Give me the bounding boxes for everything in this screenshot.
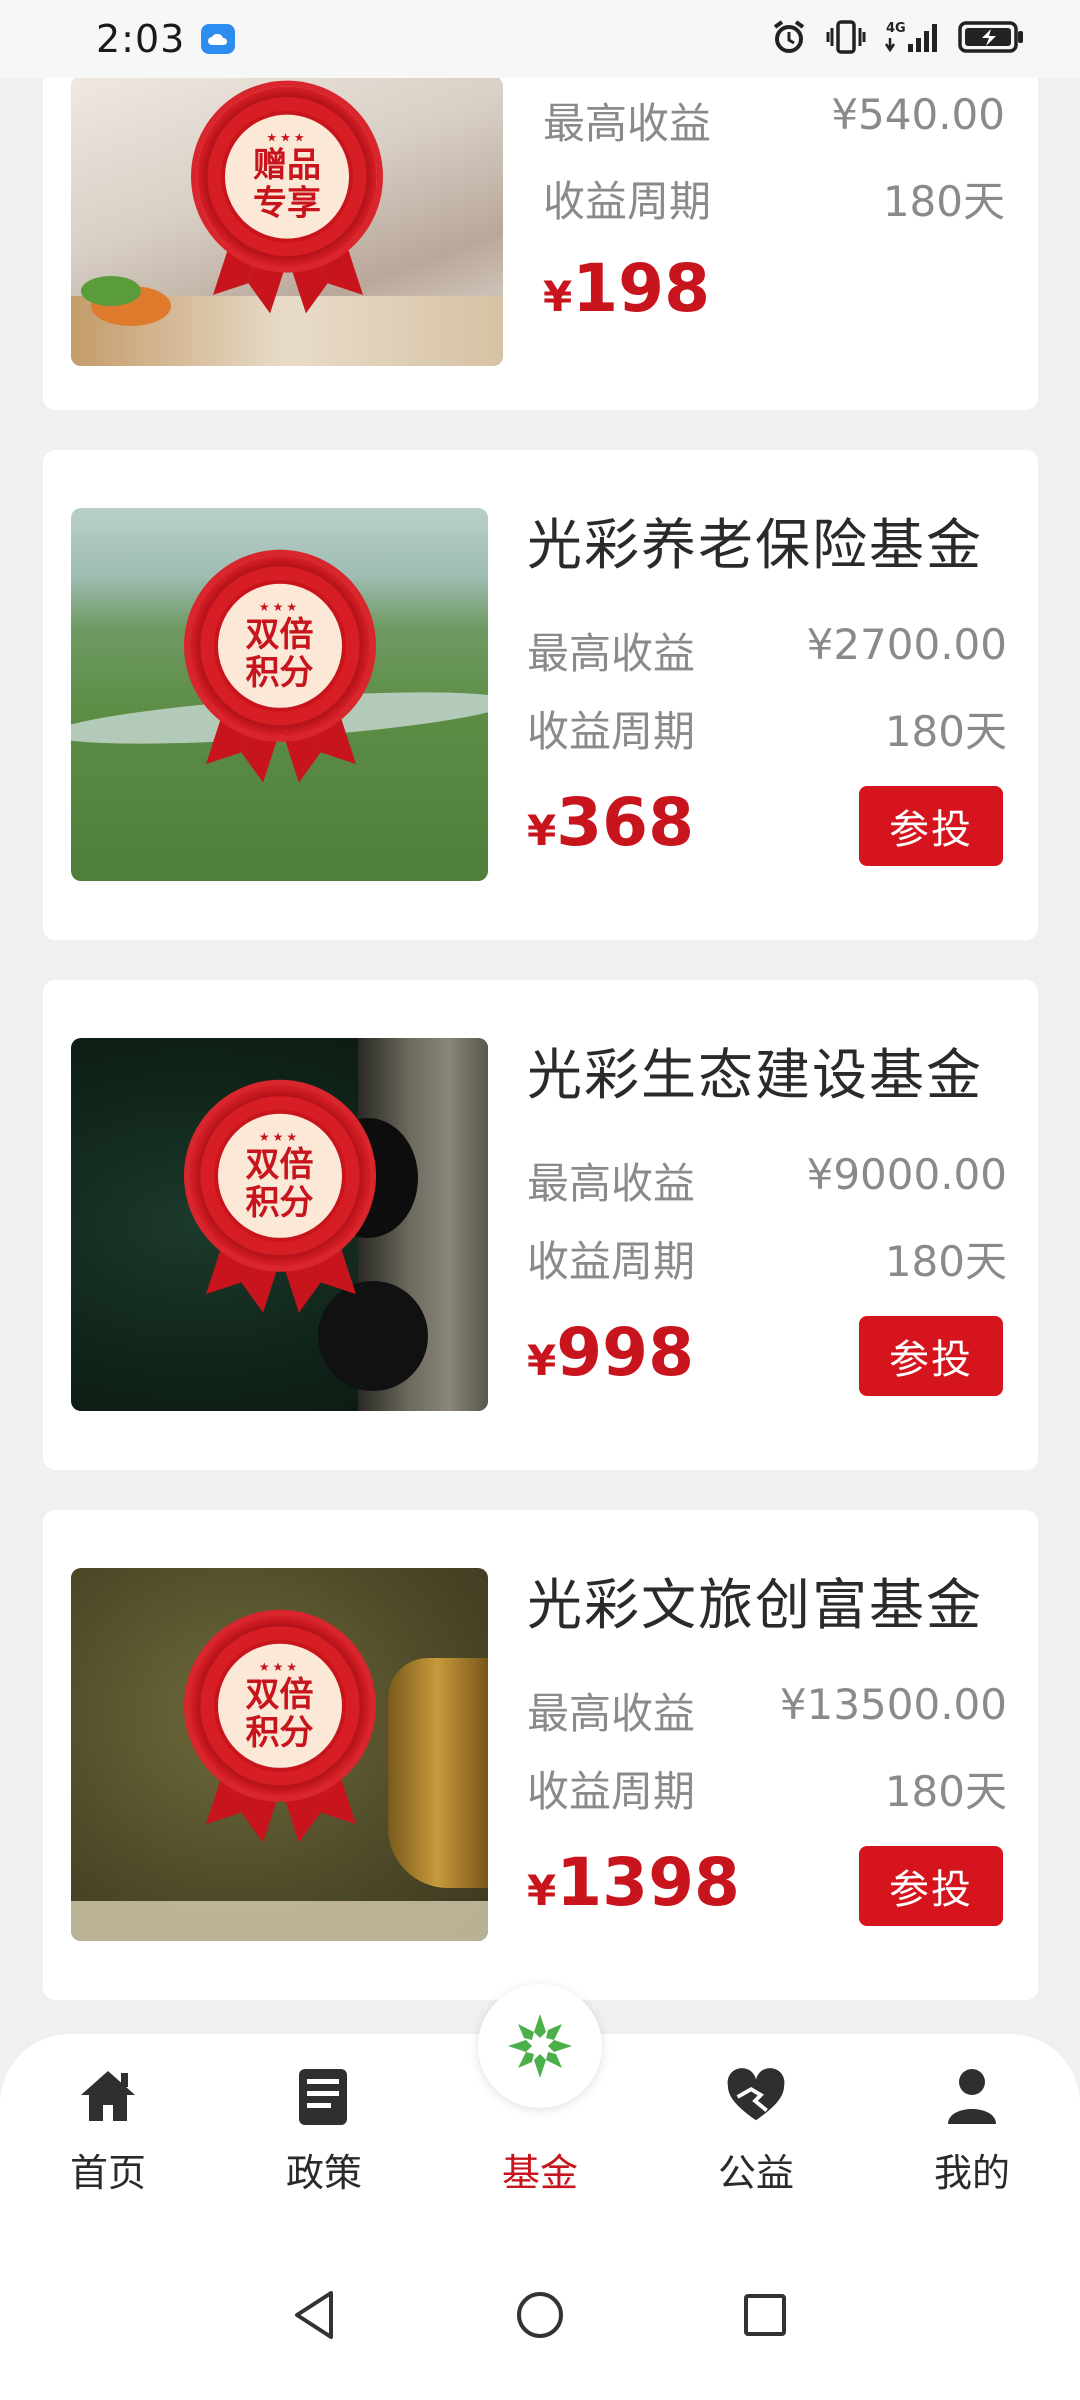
fund-title: 光彩养老保险基金 <box>527 513 984 577</box>
double-points-badge: ★★★ 双倍积分 <box>189 555 370 795</box>
signal-icon: 4G <box>884 18 940 60</box>
fund-logo-icon[interactable] <box>478 1984 602 2108</box>
status-bar: 2:03 4G <box>0 0 1080 78</box>
fund-title: 光彩生态建设基金 <box>527 1043 984 1107</box>
fund-price: ¥1398 <box>527 1844 740 1921</box>
max-return-row: 最高收益 ¥2700.00 <box>527 620 1007 681</box>
document-icon <box>292 2064 356 2128</box>
system-nav-bar <box>0 2234 1080 2400</box>
fund-price: ¥368 <box>527 784 694 861</box>
period-row: 收益周期 180天 <box>527 1228 1007 1289</box>
double-points-badge: ★★★ 双倍积分 <box>189 1615 370 1855</box>
currency-symbol: ¥ <box>527 1336 557 1385</box>
status-icons: 4G <box>770 18 1024 60</box>
nav-item-home[interactable]: 首页 <box>0 2034 216 2234</box>
vibrate-icon <box>826 18 866 60</box>
badge-label: 双倍积分 <box>245 1144 314 1223</box>
nav-label-policy: 政策 <box>285 2151 362 2195</box>
home-circle-icon[interactable] <box>514 2289 566 2345</box>
nav-item-mine[interactable]: 我的 <box>864 2034 1080 2234</box>
period-row: 收益周期 180天 <box>543 168 1005 229</box>
period-row: 收益周期 180天 <box>527 698 1007 759</box>
badge-label: 赠品专享 <box>253 145 321 224</box>
fund-card[interactable]: ★★★ 双倍积分 光彩生态建设基金 最高收益 ¥9000.00 收益周期 180… <box>43 980 1038 1470</box>
back-icon[interactable] <box>291 2289 339 2345</box>
period-value: 180天 <box>884 1767 1007 1816</box>
max-return-row: 最高收益 ¥9000.00 <box>527 1150 1007 1211</box>
nav-label-home: 首页 <box>69 2151 146 2195</box>
period-value: 180天 <box>884 707 1007 756</box>
max-return-row: 最高收益 ¥13500.00 <box>527 1680 1007 1741</box>
svg-text:4G: 4G <box>886 21 906 36</box>
fund-thumbnail: ★★★ 双倍积分 <box>71 508 488 881</box>
period-value: 180天 <box>884 1237 1007 1286</box>
price-value: 998 <box>556 1314 695 1391</box>
period-value: 180天 <box>882 177 1005 226</box>
currency-symbol: ¥ <box>527 1866 557 1915</box>
max-return-label: 最高收益 <box>543 99 712 148</box>
period-label: 收益周期 <box>527 707 696 756</box>
badge-label: 双倍积分 <box>245 1674 314 1753</box>
nav-item-charity[interactable]: 公益 <box>648 2034 864 2234</box>
period-label: 收益周期 <box>527 1237 696 1286</box>
fund-price: ¥198 <box>543 250 710 327</box>
fund-thumbnail: ★★★ 赠品专享 <box>71 76 503 366</box>
status-time: 2:03 <box>96 17 186 61</box>
period-row: 收益周期 180天 <box>527 1758 1007 1819</box>
cloud-icon <box>201 24 236 54</box>
invest-button[interactable]: 参投 <box>859 1316 1003 1396</box>
price-value: 198 <box>572 250 711 327</box>
nav-label-charity: 公益 <box>717 2151 794 2195</box>
gift-badge: ★★★ 赠品专享 <box>197 86 377 327</box>
max-return-label: 最高收益 <box>527 629 696 678</box>
fund-card[interactable]: ★★★ 双倍积分 光彩养老保险基金 最高收益 ¥2700.00 收益周期 180… <box>43 450 1038 940</box>
recents-icon[interactable] <box>741 2291 789 2343</box>
fund-title: 光彩文旅创富基金 <box>527 1573 984 1637</box>
max-return-value: ¥540.00 <box>831 90 1005 139</box>
max-return-value: ¥9000.00 <box>806 1150 1007 1199</box>
period-label: 收益周期 <box>527 1767 696 1816</box>
alarm-icon <box>770 18 808 60</box>
price-value: 368 <box>556 784 695 861</box>
battery-charging-icon <box>958 20 1024 58</box>
heart-hand-icon <box>724 2064 788 2128</box>
invest-button[interactable]: 参投 <box>859 786 1003 866</box>
max-return-row: 最高收益 ¥540.00 <box>543 90 1005 151</box>
max-return-label: 最高收益 <box>527 1159 696 1208</box>
fund-thumbnail: ★★★ 双倍积分 <box>71 1568 488 1941</box>
double-points-badge: ★★★ 双倍积分 <box>189 1085 370 1325</box>
price-value: 1398 <box>556 1844 740 1921</box>
home-icon <box>76 2064 140 2128</box>
fund-price: ¥998 <box>527 1314 694 1391</box>
max-return-value: ¥2700.00 <box>806 620 1007 669</box>
currency-symbol: ¥ <box>543 272 573 321</box>
currency-symbol: ¥ <box>527 806 557 855</box>
nav-item-policy[interactable]: 政策 <box>216 2034 432 2234</box>
nav-label-mine: 我的 <box>933 2151 1010 2195</box>
fund-thumbnail: ★★★ 双倍积分 <box>71 1038 488 1411</box>
nav-label-fund: 基金 <box>501 2151 578 2195</box>
fund-card[interactable]: ★★★ 双倍积分 光彩文旅创富基金 最高收益 ¥13500.00 收益周期 18… <box>43 1510 1038 2000</box>
period-label: 收益周期 <box>543 177 712 226</box>
max-return-label: 最高收益 <box>527 1689 696 1738</box>
max-return-value: ¥13500.00 <box>779 1680 1007 1729</box>
badge-label: 双倍积分 <box>245 614 314 693</box>
invest-button[interactable]: 参投 <box>859 1846 1003 1926</box>
user-icon <box>940 2064 1004 2128</box>
